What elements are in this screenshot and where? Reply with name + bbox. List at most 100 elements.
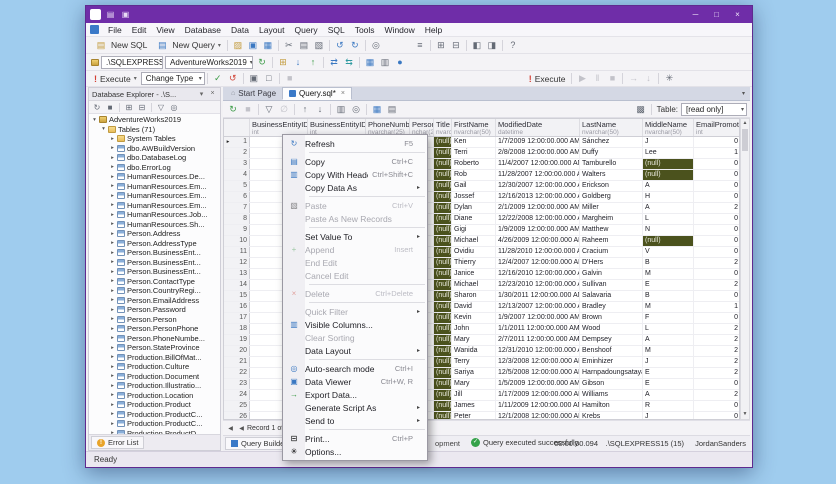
query-profiler-icon[interactable]: ● — [393, 56, 407, 69]
grid-cell[interactable]: J — [643, 137, 694, 147]
refresh-icon[interactable]: ↻ — [91, 102, 103, 113]
grid-cell[interactable]: 0 — [694, 181, 739, 191]
grid-cell[interactable]: 1 — [694, 148, 739, 158]
rollback-icon[interactable]: ↺ — [226, 72, 240, 85]
expander-icon[interactable]: ▸ — [109, 297, 116, 303]
expander-icon[interactable]: ▸ — [109, 364, 116, 370]
context-menu-item[interactable]: Send to ▸ — [283, 414, 427, 427]
context-menu-item[interactable]: Copy Data As ▸ — [283, 181, 427, 194]
context-menu-item[interactable]: ✳ Options... ▸ — [283, 445, 427, 458]
grid-cell[interactable]: Margheim — [580, 214, 643, 224]
grid-cell[interactable]: (null) — [434, 236, 452, 246]
tree-item[interactable]: ▸ Production.Illustratio... — [89, 381, 220, 391]
menu-item[interactable]: Layout — [254, 25, 290, 35]
grid-cell[interactable]: Dylan — [452, 203, 496, 213]
context-menu-item[interactable]: ⊟ Print... Ctrl+P ▸ — [283, 432, 427, 445]
new-window-icon[interactable]: ⊞ — [434, 39, 448, 52]
context-menu-item[interactable]: Quick Filter ▸ — [283, 305, 427, 318]
window-position-icon[interactable]: ▾ — [197, 90, 206, 98]
search-icon[interactable]: ◎ — [168, 102, 180, 113]
grid-cell[interactable]: 12/13/2007 12:00:00.000 AM — [496, 302, 580, 312]
clear-filter-icon[interactable]: ∅ — [277, 103, 291, 116]
grid-cell[interactable]: (null) — [434, 324, 452, 334]
row-header[interactable]: 24 — [224, 390, 250, 400]
grid-cell[interactable]: Raheem — [580, 236, 643, 246]
grid-cell[interactable]: (null) — [434, 247, 452, 257]
row-header[interactable]: 17 — [224, 313, 250, 323]
context-menu-item[interactable]: + Append Insert ▸ — [283, 243, 427, 256]
step-into-icon[interactable]: ↓ — [641, 72, 655, 85]
auto-search-icon[interactable]: ◎ — [349, 103, 363, 116]
grid-cell[interactable]: (null) — [434, 181, 452, 191]
grid-cell[interactable]: A — [643, 390, 694, 400]
split-window-icon[interactable]: ⊟ — [449, 39, 463, 52]
menu-item[interactable]: Edit — [127, 25, 152, 35]
grid-cell[interactable]: 12/22/2008 12:00:00.000 AM — [496, 214, 580, 224]
grid-cell[interactable]: Sharon — [452, 291, 496, 301]
grid-cell[interactable]: Sánchez — [580, 137, 643, 147]
grid-cell[interactable]: Goldberg — [580, 192, 643, 202]
vertical-scrollbar[interactable]: ▲ ▼ — [740, 118, 750, 420]
grid-cell[interactable]: Janice — [452, 269, 496, 279]
grid-cell[interactable]: 0 — [694, 192, 739, 202]
row-header[interactable]: 8 — [224, 214, 250, 224]
close-icon[interactable]: × — [208, 90, 217, 98]
menu-item[interactable]: File — [103, 25, 127, 35]
grid-cell[interactable]: 0 — [694, 225, 739, 235]
grid-cell[interactable]: Ovidiu — [452, 247, 496, 257]
grid-cell[interactable]: Benshoof — [580, 346, 643, 356]
stop-refresh-icon[interactable]: ■ — [104, 102, 116, 113]
menu-item[interactable]: Help — [420, 25, 447, 35]
stop-execution-icon[interactable]: ■ — [283, 72, 297, 85]
grid-cell[interactable]: 0 — [694, 291, 739, 301]
grid-cell[interactable]: 0 — [694, 269, 739, 279]
grid-cell[interactable]: 2 — [694, 324, 739, 334]
grid-cell[interactable]: (null) — [434, 137, 452, 147]
scrollbar-thumb[interactable] — [742, 129, 748, 151]
grid-cell[interactable]: Harnpadoungsataya — [580, 368, 643, 378]
grid-cell[interactable]: H — [643, 192, 694, 202]
tree-item[interactable]: ▸ Production.ProductC... — [89, 419, 220, 429]
expander-icon[interactable]: ▸ — [109, 316, 116, 322]
expander-icon[interactable]: ▸ — [109, 345, 116, 351]
context-menu-item[interactable]: ↻ Refresh F5 ▸ — [283, 137, 427, 150]
refresh-connection-icon[interactable]: ↻ — [255, 56, 269, 69]
column-header[interactable]: LastName nvarchar(50) — [580, 119, 643, 136]
grid-cell[interactable]: (null) — [434, 379, 452, 389]
tree-item[interactable]: ▸ HumanResources.Sh... — [89, 220, 220, 230]
context-menu-item[interactable]: ▣ Data Viewer Ctrl+W, R ▸ — [283, 375, 427, 388]
refresh-data-icon[interactable]: ↻ — [226, 103, 240, 116]
grid-cell[interactable]: 0 — [694, 379, 739, 389]
help-icon[interactable]: ? — [506, 39, 520, 52]
tree-item[interactable]: ▸ HumanResources.Em... — [89, 182, 220, 192]
tree-item[interactable]: ▸ Person.ContactType — [89, 277, 220, 287]
grid-cell[interactable]: (null) — [434, 148, 452, 158]
grid-cell[interactable]: D'Hers — [580, 258, 643, 268]
grid-corner[interactable] — [224, 119, 250, 136]
context-menu-item[interactable]: ▥ Copy With Headers Ctrl+Shift+C ▸ — [283, 168, 427, 181]
format-sql-icon[interactable]: ≡ — [413, 39, 427, 52]
expander-icon[interactable]: ▸ — [109, 250, 116, 256]
grid-cell[interactable]: 12/16/2010 12:00:00.000 AM — [496, 269, 580, 279]
tree-item[interactable]: ▸ Production.Product — [89, 400, 220, 410]
expander-icon[interactable]: ▸ — [109, 136, 116, 142]
tree-item[interactable]: ▸ Production.Culture — [89, 362, 220, 372]
stop-refresh-icon[interactable]: ■ — [241, 103, 255, 116]
grid-cell[interactable]: Jill — [452, 390, 496, 400]
tree-item[interactable]: ▸ Production.Location — [89, 391, 220, 401]
row-header[interactable]: 3 — [224, 159, 250, 169]
backup-database-icon[interactable]: ↓ — [291, 56, 305, 69]
grid-cell[interactable]: A — [643, 181, 694, 191]
grid-cell[interactable]: 2 — [694, 390, 739, 400]
menu-item[interactable]: Database — [180, 25, 226, 35]
find-icon[interactable]: ◎ — [369, 39, 383, 52]
grid-cell[interactable]: E — [643, 368, 694, 378]
grid-cell[interactable]: Ken — [452, 137, 496, 147]
grid-cell[interactable]: 1/1/2011 12:00:00.000 AM — [496, 324, 580, 334]
grid-cell[interactable]: Walters — [580, 170, 643, 180]
menu-item[interactable]: View — [151, 25, 179, 35]
restore-database-icon[interactable]: ↑ — [306, 56, 320, 69]
row-header[interactable]: 18 — [224, 324, 250, 334]
row-header[interactable]: ▸ 1 — [224, 137, 250, 147]
expander-icon[interactable]: ▸ — [109, 202, 116, 208]
